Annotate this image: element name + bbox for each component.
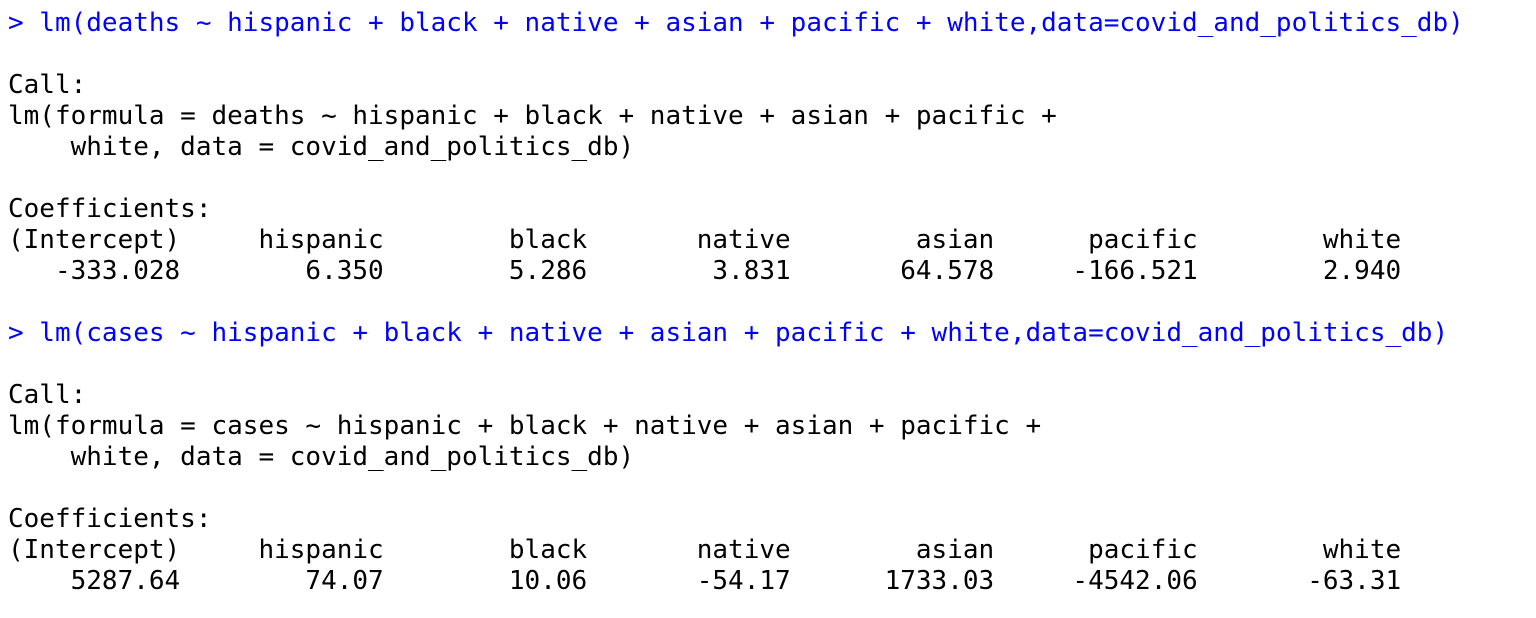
coefficients-header-row: (Intercept) hispanic black native asian … xyxy=(8,225,1433,255)
coefficients-values-row: 5287.64 74.07 10.06 -54.17 1733.03 -4542… xyxy=(8,566,1433,596)
coefficients-header-row: (Intercept) hispanic black native asian … xyxy=(8,535,1433,565)
call-formula-line: white, data = covid_and_politics_db) xyxy=(8,132,635,162)
call-formula-line: lm(formula = cases ~ hispanic + black + … xyxy=(8,411,1057,441)
coefficients-label: Coefficients: xyxy=(8,194,212,224)
call-label: Call: xyxy=(8,380,87,410)
coefficients-values-row: -333.028 6.350 5.286 3.831 64.578 -166.5… xyxy=(8,256,1433,286)
call-formula-line: white, data = covid_and_politics_db) xyxy=(8,442,635,472)
call-formula-line: lm(formula = deaths ~ hispanic + black +… xyxy=(8,101,1073,131)
r-console[interactable]: > lm(deaths ~ hispanic + black + native … xyxy=(0,0,1536,618)
call-label: Call: xyxy=(8,70,87,100)
console-command-cases: > lm(cases ~ hispanic + black + native +… xyxy=(8,318,1449,348)
coefficients-label: Coefficients: xyxy=(8,504,212,534)
console-command-deaths: > lm(deaths ~ hispanic + black + native … xyxy=(8,8,1464,38)
